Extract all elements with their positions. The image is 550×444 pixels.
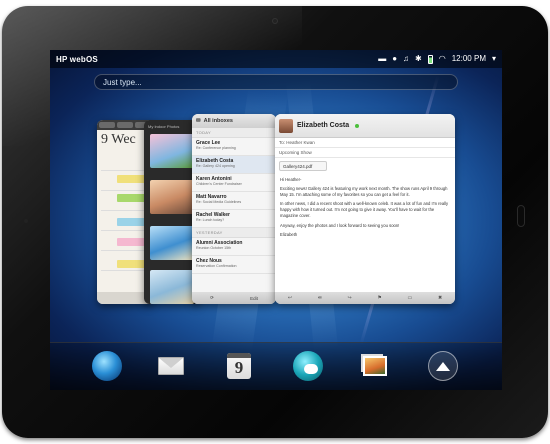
clock-text[interactable]: 12:00 PM xyxy=(452,55,486,63)
music-icon[interactable]: ♫ xyxy=(403,55,409,63)
calendar-event xyxy=(117,218,147,226)
calendar-event xyxy=(117,194,147,202)
calendar-event xyxy=(117,238,147,246)
to-label: To: xyxy=(279,140,286,145)
move-icon[interactable]: ▭ xyxy=(408,295,413,301)
search-input[interactable]: Just type... xyxy=(94,74,458,90)
inbox-title: All inboxes xyxy=(203,118,233,124)
status-bar: HP webOS ▬ ● ♫ ✱ ◠ 12:00 PM ▾ xyxy=(50,50,502,68)
attachment[interactable]: Gallery424.pdf xyxy=(279,161,327,171)
detail-header: Elizabeth Costa xyxy=(275,114,455,138)
list-item[interactable]: Grace Lee Re: Conference planning xyxy=(192,138,276,156)
body-paragraph: Hi Heather- xyxy=(280,177,302,182)
device-menu-title[interactable]: HP webOS xyxy=(56,55,98,64)
screen: HP webOS ▬ ● ♫ ✱ ◠ 12:00 PM ▾ Just type.… xyxy=(50,50,502,390)
email-icon[interactable] xyxy=(156,351,186,381)
body-paragraph: In other news, I did a recent shoot with… xyxy=(280,201,449,219)
envelope-shape xyxy=(158,357,184,375)
sender-name: Elizabeth Costa xyxy=(297,122,350,129)
list-item[interactable]: Chez Nous Reservation Confirmation xyxy=(192,256,276,274)
avatar xyxy=(279,118,293,133)
messaging-icon[interactable] xyxy=(293,351,323,381)
list-item[interactable]: Rachel Walker Re: Lunch today? xyxy=(192,210,276,228)
section-today: TODAY xyxy=(192,128,276,138)
forward-icon[interactable]: ↪ xyxy=(348,295,352,301)
list-item[interactable]: Karen Antonini Children's Center Fundrai… xyxy=(192,174,276,192)
calendar-event xyxy=(117,175,147,183)
photo-thumbnail[interactable] xyxy=(150,270,194,304)
email-body: Hi Heather- Exciting news! Gallery 424 i… xyxy=(275,174,455,244)
mail-icon: ✉ xyxy=(196,118,201,124)
flag-icon[interactable]: ⚑ xyxy=(377,295,381,301)
browser-icon[interactable] xyxy=(92,351,122,381)
reply-icon[interactable]: ↩ xyxy=(288,295,292,301)
reply-all-icon[interactable]: ⇚ xyxy=(318,295,322,301)
menu-icon[interactable]: ▾ xyxy=(492,55,496,63)
inbox-footer: ⟳ Edit xyxy=(192,292,276,304)
detail-footer: ↩ ⇚ ↪ ⚑ ▭ ✖ xyxy=(275,292,455,304)
email-subject: Re: Gallery 424 opening xyxy=(196,164,235,168)
speech-bubble xyxy=(304,364,318,374)
email-subject: Re: Lunch today? xyxy=(196,218,225,222)
calendar-icon[interactable]: 9 xyxy=(227,353,251,379)
photo-thumbnail[interactable] xyxy=(150,180,194,214)
email-list-card[interactable]: ✉ All inboxes TODAY Grace Lee Re: Confer… xyxy=(192,114,276,304)
inbox-header: ✉ All inboxes xyxy=(192,114,276,128)
photos-icon[interactable] xyxy=(360,351,390,381)
email-subject: Reunion October 15th xyxy=(196,246,232,250)
list-item[interactable]: Matt Navarro Re: Social Media Guidelines xyxy=(192,192,276,210)
photo-thumbnail[interactable] xyxy=(150,226,194,260)
online-status-icon xyxy=(355,123,360,128)
divider xyxy=(101,210,149,211)
edit-button[interactable]: Edit xyxy=(250,296,258,301)
wifi-icon[interactable]: ◠ xyxy=(439,55,446,63)
photo-thumbnail[interactable] xyxy=(150,134,194,168)
email-subject: Reservation Confirmation xyxy=(196,264,237,268)
status-icons: ▬ ● ♫ ✱ ◠ 12:00 PM ▾ xyxy=(378,54,496,64)
email-subject: Re: Social Media Guidelines xyxy=(196,200,242,204)
divider xyxy=(101,230,149,231)
list-item[interactable]: Alumni Association Reunion October 15th xyxy=(192,238,276,256)
chat-icon[interactable]: ● xyxy=(392,55,397,63)
delete-icon[interactable]: ✖ xyxy=(438,295,442,301)
divider xyxy=(101,250,149,251)
photo-stack xyxy=(363,356,387,376)
recipient-row: To: Heather Kwan xyxy=(275,138,455,148)
refresh-button[interactable]: ⟳ xyxy=(210,295,214,301)
email-detail-card[interactable]: Elizabeth Costa To: Heather Kwan Upcomin… xyxy=(275,114,455,304)
app-dock: 9 xyxy=(50,342,502,390)
section-yesterday: YESTERDAY xyxy=(192,228,276,238)
divider xyxy=(101,270,149,271)
recipient-name: Heather Kwan xyxy=(286,140,315,145)
bluetooth-icon[interactable]: ✱ xyxy=(415,55,422,63)
home-button[interactable] xyxy=(517,205,525,227)
calendar-day: 9 xyxy=(234,358,244,377)
notification-icon[interactable]: ▬ xyxy=(378,55,386,63)
divider xyxy=(101,190,149,191)
light-sensor xyxy=(24,219,28,223)
launcher-icon[interactable] xyxy=(428,351,458,381)
email-subject: Children's Center Fundraiser xyxy=(196,182,242,186)
calendar-event xyxy=(117,260,147,268)
subject-line: Upcoming Show xyxy=(275,148,455,158)
front-camera xyxy=(272,18,278,24)
body-paragraph: Exciting news! Gallery 424 is featuring … xyxy=(280,186,448,198)
body-paragraph: Elizabeth xyxy=(280,231,298,237)
battery-icon[interactable] xyxy=(427,54,433,64)
body-paragraph: Anyway, enjoy the photos and I look forw… xyxy=(280,222,400,228)
up-arrow-icon xyxy=(436,361,450,371)
list-item[interactable]: Elizabeth Costa Re: Gallery 424 opening xyxy=(192,156,276,174)
divider xyxy=(101,170,149,171)
email-subject: Re: Conference planning xyxy=(196,146,236,150)
